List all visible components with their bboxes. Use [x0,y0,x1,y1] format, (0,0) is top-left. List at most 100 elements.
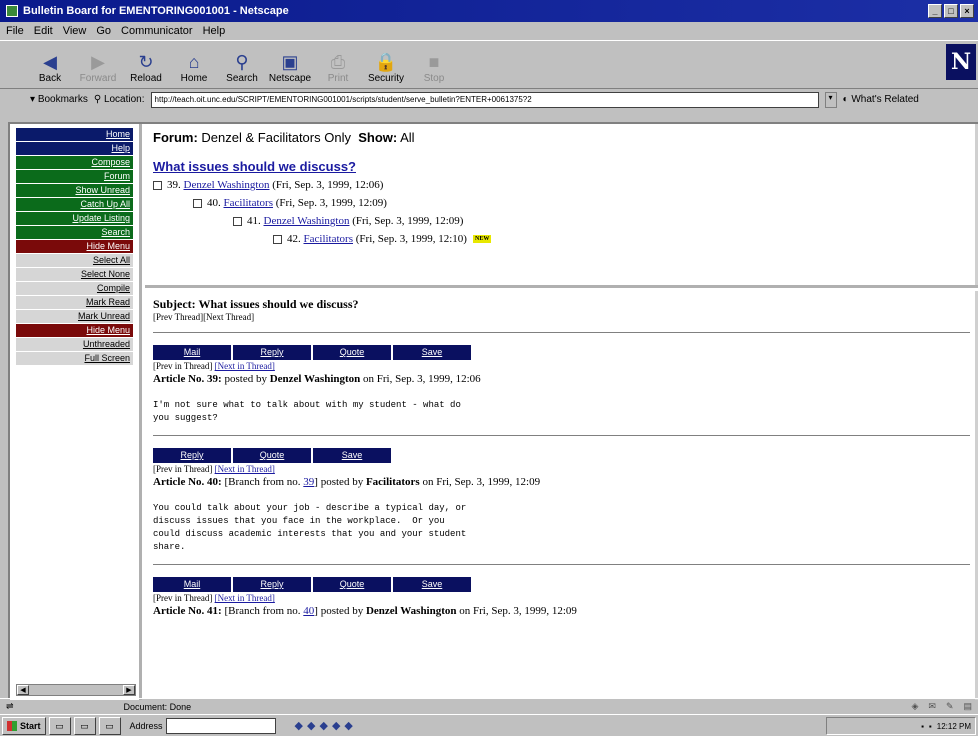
reply-button[interactable]: Reply [233,345,311,360]
forum-label: Forum: [153,130,198,145]
nav-mark-unread[interactable]: Mark Unread [16,310,133,323]
next-in-thread-link[interactable]: [Next in Thread] [215,361,275,371]
nav-full-screen[interactable]: Full Screen [16,352,133,365]
reply-button[interactable]: Reply [233,577,311,592]
select-checkbox[interactable] [273,234,282,244]
next-in-thread-link[interactable]: [Next in Thread] [215,464,275,474]
nav-unthreaded[interactable]: Unthreaded [16,338,133,351]
quick-launch-icon[interactable]: ◆ [319,719,327,732]
article-author: Facilitators [365,476,423,488]
maximize-button[interactable]: □ [944,4,958,18]
scroll-right-arrow-icon[interactable]: ▶ [123,685,135,695]
select-checkbox[interactable] [153,180,162,190]
nav-search[interactable]: Search [16,226,133,239]
menu-edit[interactable]: Edit [34,25,53,37]
post-number: 40. [207,197,224,209]
search-button[interactable]: ⚲ Search [218,42,266,88]
nav-compile[interactable]: Compile [16,282,133,295]
url-history-dropdown[interactable]: ▾ [824,91,837,108]
menu-view[interactable]: View [63,25,87,37]
navigator-icon[interactable]: ◈ [911,701,918,712]
composer-icon[interactable]: ✎ [946,701,954,712]
nav-horizontal-scrollbar[interactable]: ◀ ▶ [16,684,136,696]
taskbar-app-1[interactable]: ▭ [48,716,71,735]
quote-button[interactable]: Quote [313,345,391,360]
minimize-button[interactable]: _ [928,4,942,18]
taskbar-address-field[interactable] [165,717,276,734]
security-button[interactable]: 🔒 Security [362,42,410,88]
home-button[interactable]: ⌂ Home [170,42,218,88]
quick-launch-icon[interactable]: ◆ [332,719,340,732]
reply-button[interactable]: Reply [153,448,231,463]
prev-in-thread: [Prev in Thread] [153,593,213,603]
forward-button[interactable]: ▶ Forward [74,42,122,88]
mail-button[interactable]: Mail [153,345,231,360]
quote-button[interactable]: Quote [233,448,311,463]
menu-go[interactable]: Go [96,25,111,37]
menu-help[interactable]: Help [203,25,226,37]
stop-button[interactable]: ■ Stop [410,42,458,88]
netscape-logo[interactable]: N [946,44,976,80]
article-date: on Fri, Sep. 3, 1999, 12:06 [363,373,481,385]
lock-icon: 🔒 [374,52,398,72]
close-button[interactable]: × [960,4,974,18]
thread-title-link[interactable]: What issues should we discuss? [153,159,356,174]
tray-icon[interactable]: ▪ [929,722,932,731]
tray-icon[interactable]: ▪ [921,722,924,731]
mail-button[interactable]: Mail [153,577,231,592]
menu-communicator[interactable]: Communicator [121,25,193,37]
post-author-link[interactable]: Denzel Washington [264,212,350,230]
page-proxy-icon[interactable]: ⚲ [94,94,101,105]
nav-catch-up-all[interactable]: Catch Up All [16,198,133,211]
branch-link[interactable]: 39 [303,476,314,488]
nav-select-all[interactable]: Select All [16,254,133,267]
home-icon: ⌂ [188,52,200,72]
nav-update-listing[interactable]: Update Listing [16,212,133,225]
select-checkbox[interactable] [233,216,242,226]
netscape-icon: ▣ [281,52,299,72]
nav-home[interactable]: Home [16,128,133,141]
back-button[interactable]: ◀ Back [26,42,74,88]
scroll-left-arrow-icon[interactable]: ◀ [17,685,29,695]
nav-hide-menu[interactable]: Hide Menu [16,240,133,253]
save-button[interactable]: Save [313,448,391,463]
article-header: Article No. 41: [Branch from no. 40] pos… [153,605,970,617]
quick-launch-icon[interactable]: ◆ [307,719,315,732]
next-in-thread-link[interactable]: [Next in Thread] [215,593,275,603]
toolbar-label: Search [226,73,258,84]
select-checkbox[interactable] [193,198,202,208]
start-button[interactable]: Start [2,716,46,735]
netscape-button[interactable]: ▣ Netscape [266,42,314,88]
url-field[interactable]: http://teach.oit.unc.edu/SCRIPT/EMENTORI… [150,91,819,108]
post-author-link[interactable]: Facilitators [304,230,354,248]
whats-related-icon: ◐ [842,94,849,105]
article-header: Article No. 39: posted by Denzel Washing… [153,373,970,385]
window-titlebar[interactable]: Bulletin Board for EMENTORING001001 - Ne… [0,0,978,22]
mail-icon[interactable]: ✉ [928,701,936,712]
bookmarks-button[interactable]: ▾ Bookmarks [30,94,88,105]
menu-file[interactable]: File [6,25,24,37]
quick-launch-icon[interactable]: ◆ [344,719,352,732]
print-button[interactable]: ⎙ Print [314,42,362,88]
post-author-link[interactable]: Facilitators [224,194,274,212]
branch-link[interactable]: 40 [303,605,314,617]
taskbar-app-2[interactable]: ▭ [73,716,96,735]
article-action-buttons: Reply Quote Save [153,448,970,463]
reload-button[interactable]: ↻ Reload [122,42,170,88]
post-author-link[interactable]: Denzel Washington [184,176,270,194]
quote-button[interactable]: Quote [313,577,391,592]
nav-mark-read[interactable]: Mark Read [16,296,133,309]
nav-show-unread[interactable]: Show Unread [16,184,133,197]
whats-related-button[interactable]: ◐ What's Related [843,94,919,105]
nav-select-none[interactable]: Select None [16,268,133,281]
nav-compose[interactable]: Compose [16,156,133,169]
quick-launch-icon[interactable]: ◆ [295,719,303,732]
taskbar-app-3[interactable]: ▭ [98,716,121,735]
nav-hide-menu[interactable]: Hide Menu [16,324,133,337]
forum-name: Denzel & Facilitators Only [201,130,351,145]
newsgroup-icon[interactable]: ▤ [963,701,972,712]
nav-help[interactable]: Help [16,142,133,155]
save-button[interactable]: Save [393,577,471,592]
nav-forum[interactable]: Forum [16,170,133,183]
save-button[interactable]: Save [393,345,471,360]
